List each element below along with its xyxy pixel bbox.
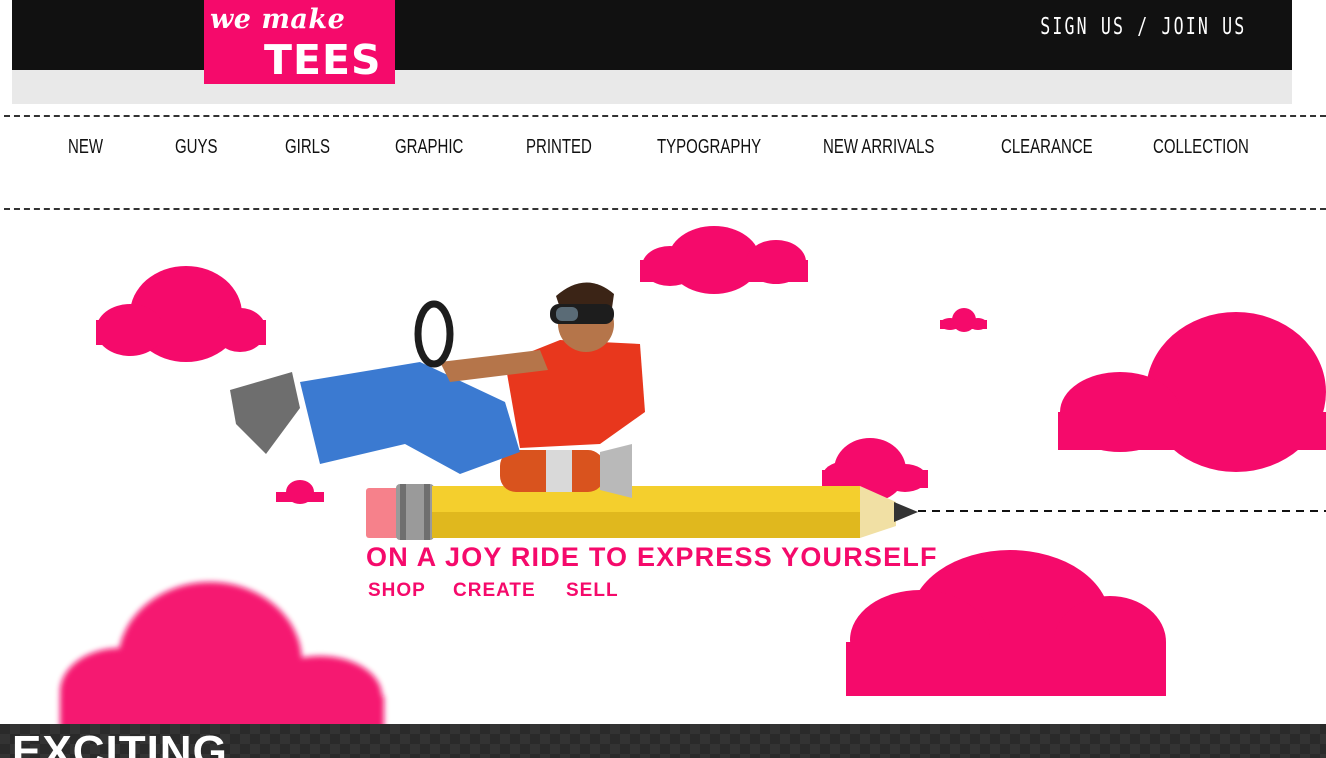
- nav-divider-bottom: [4, 208, 1326, 210]
- logo-wordmark: TEES: [264, 36, 382, 84]
- section-band: EXCITING: [0, 724, 1326, 758]
- rider-figure: [230, 282, 645, 474]
- rocket-booster-icon: [500, 444, 632, 498]
- create-link[interactable]: CREATE: [453, 580, 536, 602]
- nav-item-typography[interactable]: TYPOGRAPHY: [657, 136, 761, 159]
- pencil-icon: [366, 484, 918, 540]
- cloud-icon: [640, 226, 808, 294]
- hero-illustration: [60, 226, 1326, 724]
- nav-item-collection[interactable]: COLLECTION: [1153, 136, 1249, 159]
- nav-item-graphic[interactable]: GRAPHIC: [395, 136, 463, 159]
- main-nav: NEW GUYS GIRLS GRAPHIC PRINTED TYPOGRAPH…: [0, 128, 1326, 172]
- goggles-icon: [550, 304, 614, 324]
- cloud-icon: [276, 480, 324, 504]
- hero-tagline: ON A JOY RIDE TO EXPRESS YOURSELF: [366, 542, 938, 572]
- cloud-icon: [940, 308, 987, 332]
- site-header: we make TEES SIGN US / JOIN US: [12, 0, 1292, 104]
- shop-link[interactable]: SHOP: [368, 580, 426, 602]
- hero-banner[interactable]: ON A JOY RIDE TO EXPRESS YOURSELF SHOP C…: [0, 212, 1326, 724]
- nav-item-new-arrivals[interactable]: NEW ARRIVALS: [823, 136, 934, 159]
- nav-item-girls[interactable]: GIRLS: [285, 136, 330, 159]
- sell-link[interactable]: SELL: [566, 580, 619, 602]
- sign-in-join-link[interactable]: SIGN US / JOIN US: [1040, 14, 1246, 40]
- nav-item-guys[interactable]: GUYS: [175, 136, 218, 159]
- logo-tagline: we make: [210, 4, 346, 35]
- cloud-icon: [1058, 312, 1326, 472]
- nav-item-clearance[interactable]: CLEARANCE: [1001, 136, 1093, 159]
- nav-item-new[interactable]: NEW: [68, 136, 103, 159]
- section-heading: EXCITING: [12, 727, 228, 758]
- nav-item-printed[interactable]: PRINTED: [526, 136, 592, 159]
- steering-wheel-icon: [414, 300, 454, 368]
- cloud-icon: [60, 582, 384, 724]
- cloud-icon: [96, 266, 266, 362]
- site-logo[interactable]: we make TEES: [204, 0, 395, 84]
- nav-divider-top: [4, 115, 1326, 117]
